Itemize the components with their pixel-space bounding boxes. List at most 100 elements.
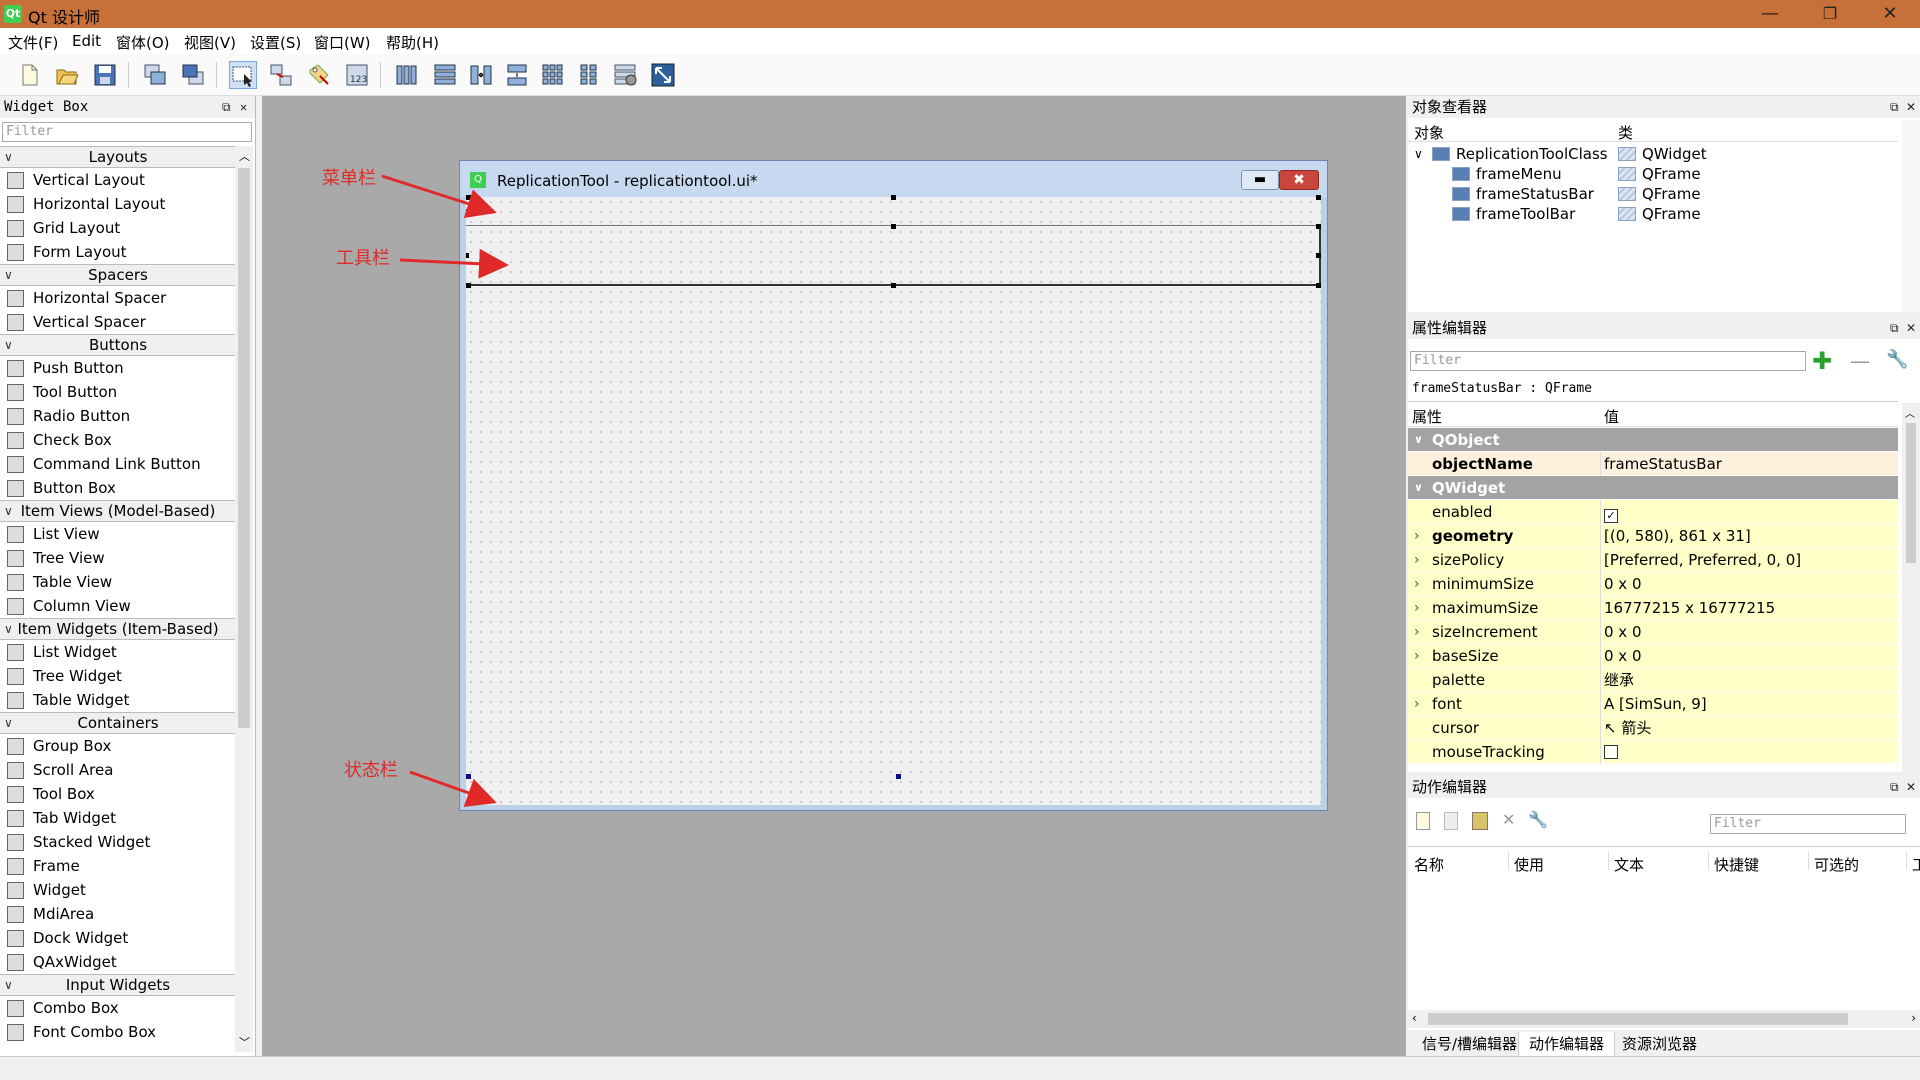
- action-column-header[interactable]: 名称: [1414, 854, 1444, 875]
- menu-view[interactable]: 视图(V): [184, 32, 236, 53]
- selection-handle[interactable]: [891, 195, 896, 200]
- property-value[interactable]: ↖ 箭头: [1604, 716, 1651, 740]
- widget-item[interactable]: Table View: [0, 570, 236, 594]
- property-row[interactable]: cursor ↖ 箭头: [1408, 716, 1898, 740]
- property-value[interactable]: frameStatusBar: [1604, 452, 1722, 476]
- delete-action-icon[interactable]: ✕: [1502, 810, 1515, 829]
- form-minimize-button[interactable]: ▬: [1241, 170, 1279, 190]
- close-icon[interactable]: ✕: [240, 96, 247, 118]
- property-row[interactable]: › sizePolicy [Preferred, Preferred, 0, 0]: [1408, 548, 1898, 572]
- chevron-right-icon[interactable]: ›: [1414, 524, 1420, 548]
- widget-item[interactable]: Stacked Widget: [0, 830, 236, 854]
- selection-handle[interactable]: [1316, 195, 1321, 200]
- widget-item[interactable]: QAxWidget: [0, 950, 236, 974]
- property-row[interactable]: › maximumSize 16777215 x 16777215: [1408, 596, 1898, 620]
- property-value[interactable]: [Preferred, Preferred, 0, 0]: [1604, 548, 1801, 572]
- frame-menu[interactable]: [466, 197, 1321, 225]
- form-window[interactable]: Q ReplicationTool - replicationtool.ui* …: [459, 160, 1328, 811]
- column-object[interactable]: 对象: [1414, 122, 1444, 143]
- layout-grid-icon[interactable]: [540, 62, 566, 88]
- chevron-down-icon[interactable]: ∨: [4, 501, 13, 521]
- object-tree-row[interactable]: frameStatusBar: [1452, 184, 1594, 204]
- widget-item[interactable]: Tree View: [0, 546, 236, 570]
- form-title-bar[interactable]: Q ReplicationTool - replicationtool.ui* …: [460, 161, 1327, 197]
- property-group[interactable]: ∨ QWidget: [1408, 476, 1898, 500]
- layout-vertical-icon[interactable]: [432, 62, 458, 88]
- widget-item[interactable]: Group Box: [0, 734, 236, 758]
- property-checkbox[interactable]: [1604, 745, 1618, 759]
- property-row[interactable]: objectName frameStatusBar: [1408, 452, 1898, 476]
- bring-to-front-icon[interactable]: [180, 62, 206, 88]
- property-row[interactable]: palette 继承: [1408, 668, 1898, 692]
- property-value[interactable]: [1604, 740, 1618, 764]
- widget-item[interactable]: Tool Button: [0, 380, 236, 404]
- selection-handle[interactable]: [466, 209, 469, 214]
- column-class[interactable]: 类: [1618, 122, 1633, 143]
- chevron-right-icon[interactable]: ›: [1414, 644, 1420, 668]
- adjust-size-icon[interactable]: [650, 62, 676, 88]
- menu-window[interactable]: 窗口(W): [314, 32, 371, 53]
- action-filter-input[interactable]: Filter: [1710, 814, 1906, 834]
- layout-horizontal-splitter-icon[interactable]: [468, 62, 494, 88]
- object-tree-row[interactable]: frameMenu: [1452, 164, 1562, 184]
- menu-form[interactable]: 窗体(O): [116, 32, 170, 53]
- save-icon[interactable]: [92, 62, 118, 88]
- layout-vertical-splitter-icon[interactable]: [504, 62, 530, 88]
- copy-action-icon[interactable]: [1444, 812, 1458, 830]
- property-value[interactable]: ✓: [1604, 500, 1618, 524]
- edit-tab-order-icon[interactable]: 123: [344, 62, 370, 88]
- widget-category[interactable]: ∨ Layouts: [0, 146, 236, 168]
- break-layout-icon[interactable]: [612, 62, 638, 88]
- widget-item[interactable]: Dock Widget: [0, 926, 236, 950]
- bottom-tab[interactable]: 资源浏览器: [1612, 1032, 1707, 1056]
- add-property-icon[interactable]: ✚: [1812, 347, 1832, 375]
- column-property[interactable]: 属性: [1412, 406, 1442, 427]
- layout-form-icon[interactable]: [576, 62, 602, 88]
- selection-handle[interactable]: [896, 774, 901, 779]
- widget-box-scrollbar[interactable]: ︿ ﹀: [235, 146, 253, 1052]
- close-icon[interactable]: ✕: [1906, 317, 1916, 339]
- property-value[interactable]: [(0, 580), 861 x 31]: [1604, 524, 1751, 548]
- widget-item[interactable]: List Widget: [0, 640, 236, 664]
- chevron-down-icon[interactable]: ∨: [1414, 144, 1423, 164]
- widget-item[interactable]: Combo Box: [0, 996, 236, 1020]
- widget-item[interactable]: Widget: [0, 878, 236, 902]
- chevron-down-icon[interactable]: ∨: [4, 619, 13, 639]
- widget-item[interactable]: Vertical Layout: [0, 168, 236, 192]
- form-close-button[interactable]: ✖: [1279, 170, 1319, 190]
- chevron-right-icon[interactable]: ›: [1414, 620, 1420, 644]
- edit-widgets-icon[interactable]: [229, 61, 257, 89]
- chevron-right-icon[interactable]: ›: [1414, 692, 1420, 716]
- selection-handle[interactable]: [466, 283, 471, 288]
- form-canvas[interactable]: [466, 195, 1321, 805]
- close-button[interactable]: ✕: [1860, 0, 1920, 28]
- frame-toolbar[interactable]: [466, 226, 1321, 284]
- property-value[interactable]: 16777215 x 16777215: [1604, 596, 1775, 620]
- widget-category[interactable]: ∨ Spacers: [0, 264, 236, 286]
- object-class-cell[interactable]: QFrame: [1618, 164, 1701, 184]
- action-column-header[interactable]: 使用: [1514, 854, 1544, 875]
- menu-edit[interactable]: Edit: [72, 32, 101, 50]
- remove-property-icon[interactable]: —: [1850, 349, 1870, 373]
- bottom-tab[interactable]: 动作编辑器: [1518, 1032, 1616, 1056]
- selection-handle[interactable]: [466, 253, 469, 258]
- chevron-down-icon[interactable]: ∨: [4, 335, 13, 355]
- minimize-button[interactable]: —: [1740, 0, 1800, 28]
- selection-handle[interactable]: [1316, 224, 1321, 229]
- chevron-down-icon[interactable]: ∨: [1414, 476, 1423, 500]
- widget-item[interactable]: MdiArea: [0, 902, 236, 926]
- property-row[interactable]: › geometry [(0, 580), 861 x 31]: [1408, 524, 1898, 548]
- widget-category[interactable]: ∨ Item Views (Model-Based): [0, 500, 236, 522]
- float-icon[interactable]: ⧉: [1890, 96, 1899, 118]
- widget-category[interactable]: ∨ Buttons: [0, 334, 236, 356]
- property-value[interactable]: 继承: [1604, 668, 1634, 692]
- new-action-icon[interactable]: [1416, 812, 1430, 830]
- layout-horizontal-icon[interactable]: [394, 62, 420, 88]
- selection-handle[interactable]: [891, 283, 896, 288]
- property-row[interactable]: › minimumSize 0 x 0: [1408, 572, 1898, 596]
- chevron-down-icon[interactable]: ∨: [4, 265, 13, 285]
- action-h-scrollbar[interactable]: ‹ ›: [1408, 1010, 1920, 1028]
- widget-item[interactable]: Radio Button: [0, 404, 236, 428]
- widget-category[interactable]: ∨ Containers: [0, 712, 236, 734]
- edit-signals-slots-icon[interactable]: [268, 62, 294, 88]
